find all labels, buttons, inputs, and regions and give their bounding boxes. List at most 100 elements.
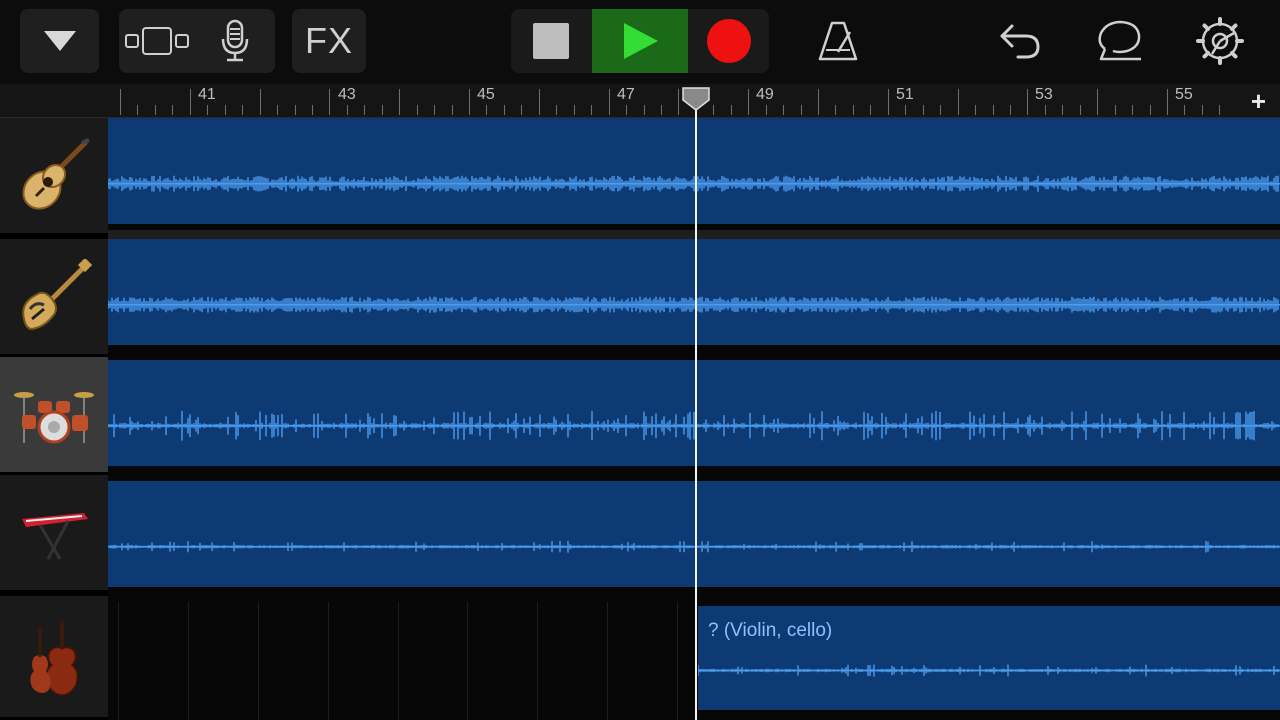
- ruler-tick: [643, 105, 645, 115]
- playhead-line: [695, 100, 697, 720]
- settings-icon: [1196, 17, 1244, 65]
- grid-line: [398, 602, 399, 720]
- ruler-tick: [905, 105, 907, 115]
- ruler-tick: [1114, 105, 1116, 115]
- ruler-tick: [835, 105, 837, 115]
- settings-button[interactable]: [1190, 9, 1250, 73]
- ruler-tick: [1184, 105, 1186, 115]
- ruler-bar-47: 47: [617, 86, 635, 103]
- ruler-tick: [852, 105, 854, 115]
- ruler-bar-55: 55: [1175, 86, 1193, 103]
- stop-icon: [533, 23, 569, 59]
- grid-line: [537, 602, 538, 720]
- playhead-handle[interactable]: [681, 86, 711, 112]
- stop-button[interactable]: [511, 9, 591, 73]
- ruler-tick: [800, 105, 802, 115]
- ruler-bar-53: 53: [1035, 86, 1053, 103]
- loop-browser-button[interactable]: [1090, 9, 1150, 73]
- ruler-tick: [608, 89, 610, 115]
- bass-guitar-icon: [22, 258, 92, 330]
- audio-region[interactable]: [108, 360, 1280, 466]
- grid-line: [258, 602, 259, 720]
- waveform: [108, 410, 1280, 441]
- waveform: [108, 296, 1280, 313]
- grid-line: [188, 602, 189, 720]
- region-label: ? (Violin, cello): [708, 620, 833, 641]
- ruler-tick: [503, 105, 505, 115]
- loop-icon: [1098, 20, 1141, 61]
- ruler-tick: [1009, 105, 1011, 115]
- ruler-tick: [172, 105, 174, 115]
- grid-line: [677, 602, 678, 720]
- grid-line: [328, 602, 329, 720]
- audio-region[interactable]: [108, 481, 1280, 587]
- ruler-tick: [730, 105, 732, 115]
- ruler-tick: [1097, 89, 1099, 115]
- microphone-button[interactable]: [195, 9, 275, 73]
- audio-region[interactable]: [108, 118, 1280, 224]
- ruler-bar-43: 43: [338, 86, 356, 103]
- undo-icon: [1000, 24, 1040, 59]
- audio-region[interactable]: [108, 239, 1280, 345]
- fx-button[interactable]: FX: [292, 9, 366, 73]
- ruler-bar-49: 49: [756, 86, 774, 103]
- ruler-tick: [364, 105, 366, 115]
- audio-region-strings[interactable]: ? (Violin, cello): [698, 606, 1280, 710]
- view-controls-group: [119, 9, 275, 73]
- ruler-tick: [940, 105, 942, 115]
- ruler-tick: [399, 89, 401, 115]
- track-view-icon: [125, 27, 189, 55]
- record-button[interactable]: [688, 9, 769, 73]
- track-header-acoustic-guitar[interactable]: [0, 118, 108, 236]
- ruler-tick: [678, 89, 680, 115]
- ruler-bar-45: 45: [477, 86, 495, 103]
- add-track-button[interactable]: +: [1251, 86, 1266, 117]
- track-header-bass-guitar[interactable]: [0, 239, 108, 357]
- ruler-tick: [486, 105, 488, 115]
- track-header-strings[interactable]: [0, 596, 108, 720]
- ruler-tick: [975, 105, 977, 115]
- ruler-tick: [259, 89, 261, 115]
- play-button[interactable]: [592, 9, 688, 73]
- ruler-tick: [416, 105, 418, 115]
- view-menu-button[interactable]: [20, 9, 99, 73]
- waveform: [108, 540, 1280, 553]
- ruler-tick: [346, 105, 348, 115]
- ruler-tick: [311, 105, 313, 115]
- track-view-button[interactable]: [119, 9, 195, 73]
- ruler-tick: [1219, 105, 1221, 115]
- track-lane-5: ? (Violin, cello): [108, 602, 1280, 720]
- record-icon: [706, 19, 751, 63]
- track-lane-1: [108, 118, 1280, 239]
- transport-controls: [511, 9, 769, 73]
- ruler-bar-51: 51: [896, 86, 914, 103]
- drum-kit-icon: [14, 391, 94, 443]
- ruler-tick: [1027, 89, 1029, 115]
- play-icon: [624, 23, 658, 59]
- track-header-drums[interactable]: [0, 357, 108, 475]
- ruler-tick: [538, 89, 540, 115]
- ruler-tick: [329, 89, 331, 115]
- ruler-tick: [277, 105, 279, 115]
- undo-button[interactable]: [990, 9, 1050, 73]
- ruler-tick: [434, 105, 436, 115]
- ruler-tick: [451, 105, 453, 115]
- metronome-icon: [818, 21, 858, 61]
- ruler-tick: [469, 89, 470, 115]
- ruler-corner: [0, 84, 108, 118]
- ruler-tick: [887, 89, 889, 115]
- region-divider: [108, 230, 1280, 239]
- keyboard-icon: [22, 512, 88, 560]
- grid-line: [607, 602, 608, 720]
- microphone-icon: [221, 19, 249, 62]
- ruler-tick: [1044, 105, 1046, 115]
- ruler-tick: [154, 105, 156, 115]
- ruler-tick: [1079, 105, 1081, 115]
- fx-label: FX: [304, 20, 353, 61]
- ruler-tick: [242, 105, 244, 115]
- grid-line: [467, 602, 468, 720]
- ruler-tick: [381, 105, 383, 115]
- metronome-button[interactable]: [808, 9, 868, 73]
- ruler-tick: [870, 105, 872, 115]
- track-header-keyboard[interactable]: [0, 475, 108, 593]
